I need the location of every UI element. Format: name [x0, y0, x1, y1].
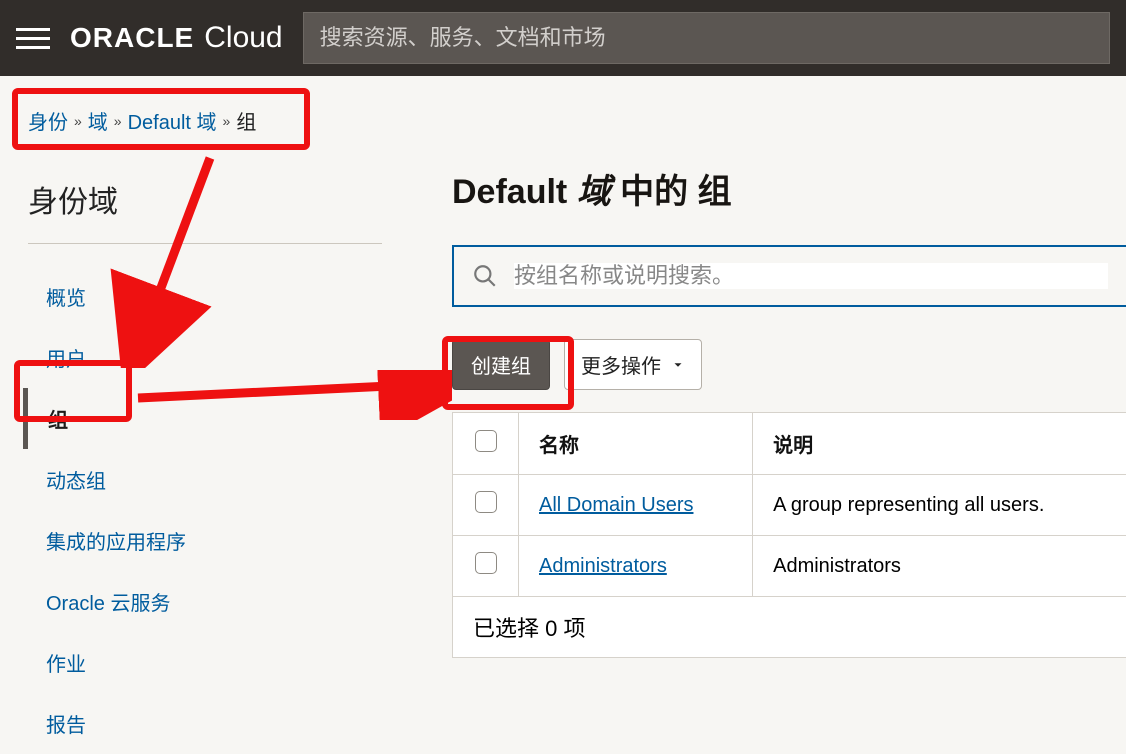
sidebar-nav: 概览 用户 组 动态组 集成的应用程序 Oracle 云服务 作业 报告: [28, 266, 420, 754]
table-row: Administrators Administrators: [453, 536, 1126, 597]
sidebar-item-overview[interactable]: 概览: [28, 266, 420, 327]
selection-status: 已选择 0 项: [452, 597, 1126, 658]
sidebar-item-reports[interactable]: 报告: [28, 693, 420, 754]
sidebar-item-integrated-apps[interactable]: 集成的应用程序: [28, 510, 420, 571]
brand-text-secondary: Cloud: [204, 21, 282, 55]
group-description: Administrators: [753, 536, 1126, 597]
nav-hamburger[interactable]: [16, 21, 50, 55]
crumb-domains[interactable]: 域: [88, 106, 108, 135]
brand-text: ORACLE: [70, 22, 194, 54]
sidebar-item-oracle-cloud-services[interactable]: Oracle 云服务: [28, 571, 420, 632]
select-all-checkbox[interactable]: [475, 430, 497, 452]
title-suffix: 中的 组: [620, 173, 731, 211]
filter-search[interactable]: [452, 245, 1126, 307]
col-header-desc: 说明: [753, 413, 1126, 475]
more-actions-button[interactable]: 更多操作: [564, 339, 702, 390]
title-prefix: Default: [452, 173, 567, 211]
title-domain-word: 域: [577, 173, 611, 211]
chevron-down-icon: [671, 358, 685, 372]
sidebar-item-jobs[interactable]: 作业: [28, 632, 420, 693]
filter-search-input[interactable]: [514, 263, 1108, 289]
global-search[interactable]: [303, 12, 1110, 64]
chevron-right-icon: »: [223, 113, 231, 129]
create-group-button[interactable]: 创建组: [452, 339, 550, 390]
sidebar-item-dynamic-groups[interactable]: 动态组: [28, 449, 420, 510]
row-checkbox[interactable]: [475, 491, 497, 513]
table-row: All Domain Users A group representing al…: [453, 475, 1126, 536]
breadcrumb: 身份 » 域 » Default 域 » 组: [28, 106, 420, 135]
chevron-right-icon: »: [114, 113, 122, 129]
crumb-identity[interactable]: 身份: [28, 106, 68, 135]
groups-table: 名称 说明 All Domain Users A group represent…: [452, 412, 1126, 597]
crumb-current: 组: [236, 106, 256, 135]
crumb-default-domain[interactable]: Default 域: [128, 106, 217, 135]
global-search-input[interactable]: [320, 25, 1093, 51]
col-header-name: 名称: [519, 413, 753, 475]
group-link[interactable]: All Domain Users: [539, 494, 693, 516]
sidebar-item-groups[interactable]: 组: [23, 388, 420, 449]
group-description: A group representing all users.: [753, 475, 1126, 536]
chevron-right-icon: »: [74, 113, 82, 129]
row-checkbox[interactable]: [475, 552, 497, 574]
page-title: Default 域 中的 组: [452, 164, 1126, 213]
search-icon: [472, 263, 498, 289]
brand-logo: ORACLE Cloud: [70, 21, 283, 55]
sidebar-heading: 身份域: [28, 177, 382, 244]
sidebar-item-users[interactable]: 用户: [28, 327, 420, 388]
more-actions-label: 更多操作: [581, 350, 661, 379]
group-link[interactable]: Administrators: [539, 555, 667, 577]
